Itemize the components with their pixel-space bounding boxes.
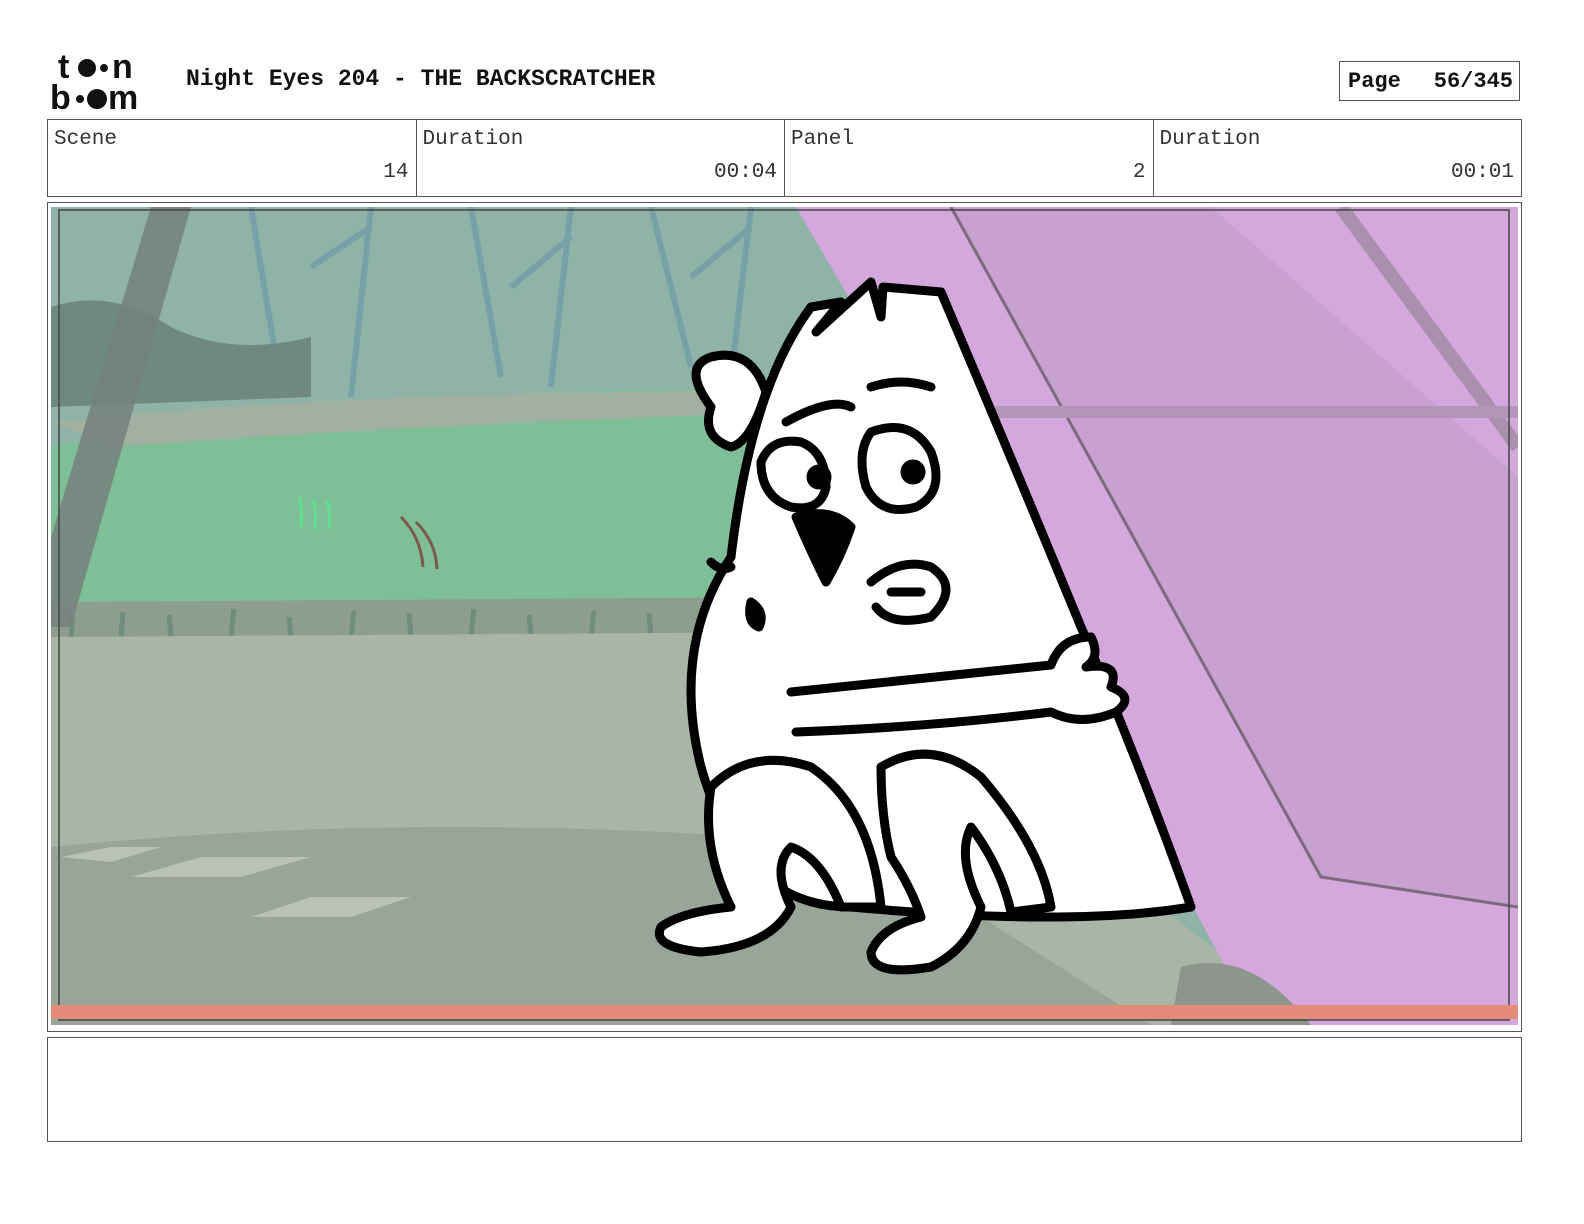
storyboard-panel-image <box>51 207 1518 1025</box>
svg-text:b: b <box>50 79 71 112</box>
document-title: Night Eyes 204 - THE BACKSCRATCHER <box>186 66 656 92</box>
panel-duration-cell: Duration 00:01 <box>1154 120 1522 196</box>
scene-cell: Scene 14 <box>48 120 417 196</box>
svg-text:m: m <box>108 79 138 112</box>
panel-info-row: Scene 14 Duration 00:04 Panel 2 Duration… <box>47 119 1522 197</box>
panel-cell: Panel 2 <box>785 120 1154 196</box>
panel-duration-label: Duration <box>1159 128 1261 151</box>
panel-value: 2 <box>1132 161 1146 184</box>
panel-label: Panel <box>791 128 855 151</box>
page-indicator: Page 56/345 <box>1339 61 1520 101</box>
page-label: Page <box>1348 69 1401 94</box>
panel-duration-value: 00:01 <box>1450 161 1514 184</box>
page-number: 56/345 <box>1433 69 1513 94</box>
scene-value: 14 <box>383 161 409 184</box>
scene-duration-cell: Duration 00:04 <box>417 120 785 196</box>
scene-duration-value: 00:04 <box>713 161 777 184</box>
scene-label: Scene <box>54 128 118 151</box>
toonboom-logo: t n b m <box>50 50 138 112</box>
scene-duration-label: Duration <box>422 128 524 151</box>
panel-notes <box>47 1037 1522 1142</box>
